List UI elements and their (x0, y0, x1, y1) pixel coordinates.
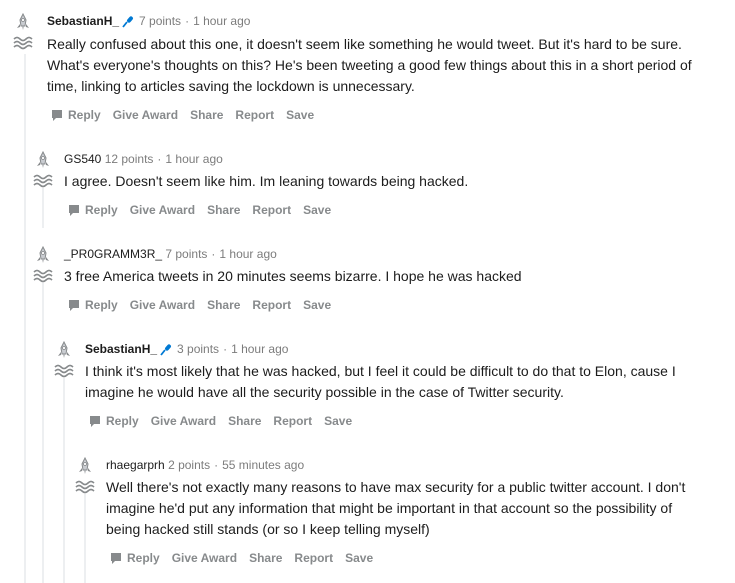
reply-button[interactable]: Reply (68, 298, 118, 312)
report-button[interactable]: Report (252, 203, 291, 217)
save-button[interactable]: Save (324, 414, 352, 428)
comment-body: 3 free America tweets in 20 minutes seem… (64, 268, 522, 284)
report-button[interactable]: Report (235, 108, 274, 122)
comment-author[interactable]: SebastianH_ (47, 14, 119, 28)
comment-points: 7 points (139, 14, 182, 28)
share-button[interactable]: Share (249, 551, 282, 565)
comment-meta: SebastianH_ 3 points · 1 hour ago (85, 341, 288, 357)
comment-actions: Reply Give Award Share Report Save (110, 550, 385, 566)
save-button[interactable]: Save (303, 203, 331, 217)
reply-label: Reply (68, 108, 101, 122)
thread-line[interactable] (63, 378, 65, 583)
reply-button[interactable]: Reply (110, 551, 160, 565)
comment-actions: Reply Give Award Share Report Save (68, 202, 343, 218)
give-award-button[interactable]: Give Award (151, 414, 216, 428)
comment-points: 12 points (104, 152, 154, 166)
comment-author[interactable]: GS540 (64, 152, 101, 166)
comment-time[interactable]: 1 hour ago (193, 14, 250, 28)
share-button[interactable]: Share (207, 203, 240, 217)
collapse-icon[interactable] (75, 480, 95, 494)
reply-button[interactable]: Reply (51, 108, 101, 122)
avatar-icon[interactable] (56, 341, 72, 359)
reply-label: Reply (85, 203, 118, 217)
avatar-icon[interactable] (35, 246, 51, 264)
give-award-button[interactable]: Give Award (172, 551, 237, 565)
report-button[interactable]: Report (294, 551, 333, 565)
comment-actions: Reply Give Award Share Report Save (68, 297, 343, 313)
comment-actions: Reply Give Award Share Report Save (89, 413, 364, 429)
report-button[interactable]: Report (252, 298, 291, 312)
reply-label: Reply (85, 298, 118, 312)
separator-dot: · (211, 247, 216, 261)
comment-body: I think it's most likely that he was hac… (85, 363, 676, 400)
avatar-icon[interactable] (77, 457, 93, 475)
give-award-button[interactable]: Give Award (130, 203, 195, 217)
avatar-icon[interactable] (15, 13, 31, 31)
share-button[interactable]: Share (190, 108, 223, 122)
comment-time[interactable]: 1 hour ago (165, 152, 222, 166)
avatar-icon[interactable] (35, 151, 51, 169)
comment-author[interactable]: rhaegarprh (106, 458, 165, 472)
collapse-icon[interactable] (33, 174, 53, 188)
comment-time[interactable]: 1 hour ago (231, 342, 288, 356)
comment-bubble-icon (69, 300, 79, 311)
comment-time[interactable]: 55 minutes ago (222, 458, 304, 472)
comment-time[interactable]: 1 hour ago (219, 247, 276, 261)
thread-line[interactable] (84, 494, 86, 583)
give-award-button[interactable]: Give Award (113, 108, 178, 122)
comment-points: 2 points (168, 458, 211, 472)
share-button[interactable]: Share (207, 298, 240, 312)
separator-dot: · (214, 458, 219, 472)
thread-line[interactable] (42, 283, 44, 583)
separator-dot: · (157, 152, 162, 166)
reply-label: Reply (127, 551, 160, 565)
reply-button[interactable]: Reply (89, 414, 139, 428)
thread-line[interactable] (42, 188, 44, 228)
collapse-icon[interactable] (54, 364, 74, 378)
separator-dot: · (185, 14, 190, 28)
microphone-icon (122, 16, 133, 28)
comment-bubble-icon (111, 553, 121, 564)
comment-points: 7 points (165, 247, 208, 261)
reply-label: Reply (106, 414, 139, 428)
comment-body: I agree. Doesn't seem like him. Im leani… (64, 173, 469, 189)
comment-meta: GS540 12 points · 1 hour ago (64, 151, 223, 167)
report-button[interactable]: Report (273, 414, 312, 428)
collapse-icon[interactable] (13, 36, 33, 50)
comment-meta: _PR0GRAMM3R_ 7 points · 1 hour ago (64, 246, 277, 262)
comment-author[interactable]: SebastianH_ (85, 342, 157, 356)
give-award-button[interactable]: Give Award (130, 298, 195, 312)
share-button[interactable]: Share (228, 414, 261, 428)
collapse-icon[interactable] (33, 269, 53, 283)
comment-author[interactable]: _PR0GRAMM3R_ (64, 247, 162, 261)
save-button[interactable]: Save (286, 108, 314, 122)
comment-meta: SebastianH_ 7 points · 1 hour ago (47, 13, 250, 29)
reply-button[interactable]: Reply (68, 203, 118, 217)
thread-line[interactable] (24, 54, 26, 583)
comment-bubble-icon (90, 416, 100, 427)
comment-body: Really confused about this one, it doesn… (47, 36, 692, 94)
save-button[interactable]: Save (303, 298, 331, 312)
comment-body: Well there's not exactly many reasons to… (106, 479, 686, 537)
microphone-icon (160, 344, 171, 356)
separator-dot: · (223, 342, 228, 356)
comment-points: 3 points (177, 342, 220, 356)
comment-bubble-icon (52, 110, 62, 121)
save-button[interactable]: Save (345, 551, 373, 565)
comment-meta: rhaegarprh 2 points · 55 minutes ago (106, 457, 304, 473)
comment-actions: Reply Give Award Share Report Save (51, 107, 326, 123)
comment-bubble-icon (69, 205, 79, 216)
